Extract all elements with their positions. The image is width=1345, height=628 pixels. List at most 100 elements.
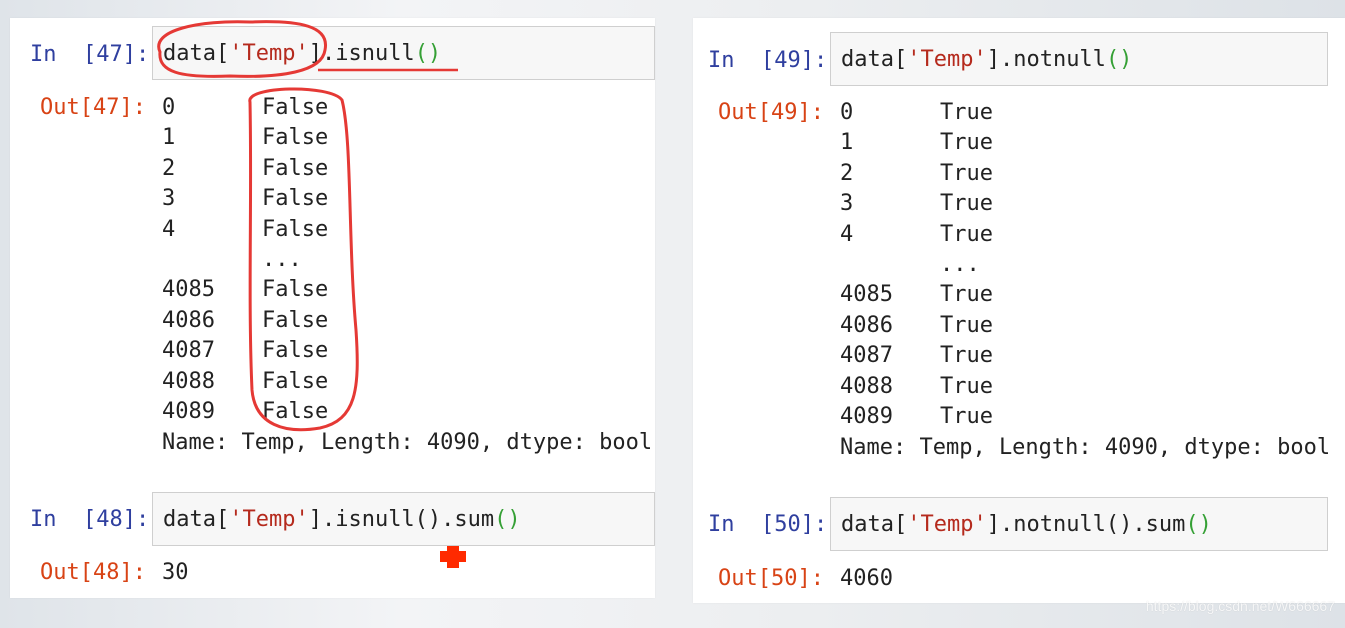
series-index: 1 — [162, 125, 176, 151]
series-row: ... — [162, 245, 328, 275]
series-index: 4086 — [840, 312, 893, 338]
series-value: False — [262, 186, 329, 212]
series-row: 4085 False — [162, 275, 328, 305]
code-paren: () — [414, 41, 442, 66]
cell-50-output: 4060 — [840, 566, 893, 591]
series-value: True — [940, 282, 993, 308]
series-index: 4087 — [840, 343, 893, 369]
code-text: ].isnull().sum — [308, 507, 495, 532]
series-index: 3 — [162, 186, 176, 212]
code-string: 'Temp' — [907, 512, 987, 537]
series-row: 1 False — [162, 123, 328, 153]
series-index — [162, 245, 262, 275]
code-text: ].isnull — [308, 41, 415, 66]
series-index: 4 — [840, 221, 854, 247]
series-value: True — [940, 312, 993, 338]
series-value: True — [940, 343, 993, 369]
series-value: False — [262, 125, 329, 151]
series-value: False — [262, 368, 329, 394]
cell-47-code-input[interactable]: data['Temp'].isnull() — [152, 26, 655, 80]
series-index: 4088 — [840, 373, 893, 399]
series-index: 4 — [162, 216, 176, 242]
series-row: 4 False — [162, 215, 328, 245]
series-value: ... — [940, 251, 980, 277]
series-value: False — [262, 155, 329, 181]
series-index: 4089 — [162, 398, 215, 424]
cell-50-out-prompt: Out[50]: — [718, 566, 824, 591]
series-row: 1 True — [840, 128, 993, 158]
series-value: False — [262, 398, 329, 424]
code-text: ].notnull().sum — [986, 512, 1186, 537]
series-index: 0 — [840, 100, 854, 125]
series-value: True — [940, 100, 993, 125]
cell-48-output: 30 — [162, 560, 189, 585]
code-paren: () — [1185, 512, 1212, 537]
series-row: 2 False — [162, 154, 328, 184]
series-row: 4087 True — [840, 341, 993, 371]
cell-47-output: 0 False 1 False 2 False 3 False 4 False... 4085 Fal… — [162, 93, 328, 427]
series-row: 0 True — [840, 98, 993, 128]
series-row: 4086 False — [162, 306, 328, 336]
series-row: ... — [840, 250, 993, 280]
series-index: 2 — [840, 160, 854, 186]
series-value: False — [262, 307, 329, 333]
code-text: ].notnull — [986, 47, 1106, 72]
series-value: True — [940, 130, 993, 156]
series-row: 3 False — [162, 184, 328, 214]
series-row: 4089 True — [840, 402, 993, 432]
cell-50-in-prompt: In [50]: — [708, 512, 828, 537]
cell-49-code-input[interactable]: data['Temp'].notnull() — [830, 32, 1328, 86]
series-index: 2 — [162, 155, 176, 181]
series-index: 4087 — [162, 338, 215, 364]
series-row: 4085 True — [840, 280, 993, 310]
series-index: 3 — [840, 191, 854, 217]
code-text: data[ — [163, 41, 230, 66]
series-value: True — [940, 191, 993, 217]
code-text: data[ — [841, 512, 908, 537]
cell-47-output-footer: Name: Temp, Length: 4090, dtype: bool — [162, 430, 653, 455]
series-value: True — [940, 403, 993, 429]
series-value: True — [940, 160, 993, 186]
series-index: 4085 — [162, 277, 215, 303]
code-string: 'Temp' — [907, 47, 987, 72]
series-value: False — [262, 338, 329, 364]
code-text: data[ — [163, 507, 230, 532]
code-string: 'Temp' — [229, 507, 309, 532]
series-index — [840, 250, 940, 280]
code-string: 'Temp' — [229, 41, 309, 66]
series-row: 4089 False — [162, 397, 328, 427]
series-value: True — [940, 373, 993, 399]
series-value: False — [262, 277, 329, 303]
series-index: 4086 — [162, 307, 215, 333]
cell-48-code-input[interactable]: data['Temp'].isnull().sum() — [152, 492, 655, 546]
series-value: True — [940, 221, 993, 247]
cell-49-output: 0 True 1 True 2 True 3 True 4 True... 4085 True 4086… — [840, 98, 993, 432]
cell-48-out-prompt: Out[48]: — [40, 560, 146, 585]
series-row: 4086 True — [840, 311, 993, 341]
cell-49-in-prompt: In [49]: — [708, 48, 828, 73]
series-value: False — [262, 95, 329, 120]
series-index: 4088 — [162, 368, 215, 394]
series-row: 3 True — [840, 189, 993, 219]
series-index: 4089 — [840, 403, 893, 429]
watermark: https://blog.csdn.net/W666667 — [1145, 598, 1335, 614]
code-paren: () — [1105, 47, 1133, 72]
series-value: ... — [262, 246, 302, 272]
code-paren: () — [494, 507, 521, 532]
cell-47-out-prompt: Out[47]: — [40, 95, 146, 120]
cell-48-in-prompt: In [48]: — [30, 507, 150, 532]
cell-50-code-input[interactable]: data['Temp'].notnull().sum() — [830, 497, 1328, 551]
series-index: 0 — [162, 95, 176, 120]
series-row: 4 True — [840, 220, 993, 250]
series-index: 4085 — [840, 282, 893, 308]
series-index: 1 — [840, 130, 854, 156]
series-row: 4088 True — [840, 372, 993, 402]
code-text: data[ — [841, 47, 908, 72]
series-row: 2 True — [840, 159, 993, 189]
series-row: 0 False — [162, 93, 328, 123]
cell-49-out-prompt: Out[49]: — [718, 100, 824, 125]
cell-49-output-footer: Name: Temp, Length: 4090, dtype: bool — [840, 435, 1331, 460]
series-row: 4087 False — [162, 336, 328, 366]
series-value: False — [262, 216, 329, 242]
series-row: 4088 False — [162, 367, 328, 397]
